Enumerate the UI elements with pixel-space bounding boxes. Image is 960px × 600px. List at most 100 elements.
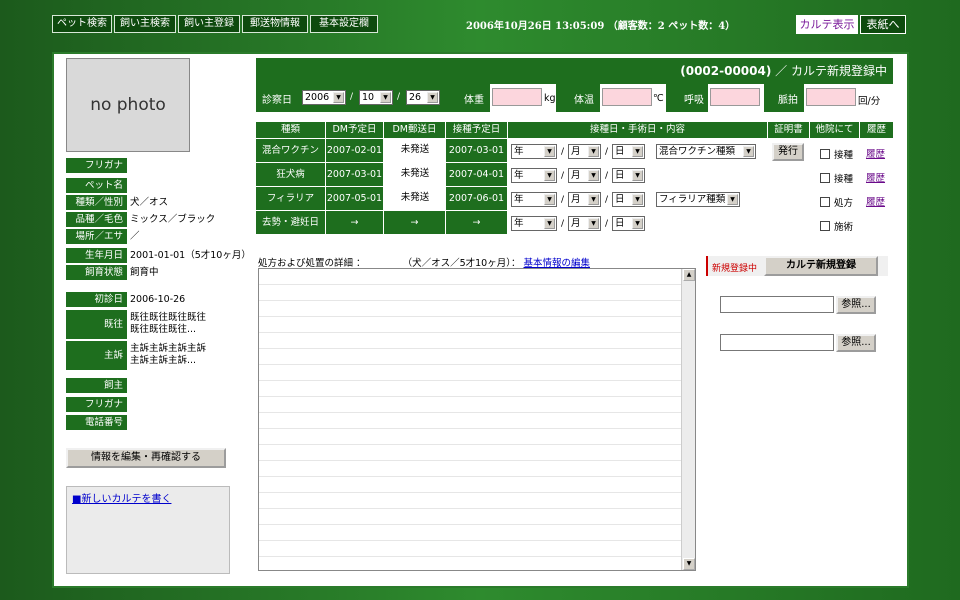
detail-heading: 処方および処置の詳細 ： （犬／オス／5才10ヶ月）： 基本情報の編集 (258, 255, 590, 269)
pulse-input[interactable] (806, 88, 856, 106)
history-link[interactable]: 履歴 (866, 146, 885, 160)
reference-input-2[interactable] (720, 334, 834, 351)
weight-label: 体重 (464, 95, 484, 106)
to-cover-button[interactable]: 表紙へ (860, 15, 906, 34)
scroll-down-icon[interactable]: ▼ (683, 558, 695, 570)
respiration-input[interactable] (710, 88, 760, 106)
vacc-year-select[interactable]: 年 ▼ (511, 144, 557, 159)
new-karte-link[interactable]: ■新しいカルテを書く (72, 494, 171, 505)
tab-mail-info[interactable]: 郵送物情報 (242, 15, 308, 33)
vacc-year-select[interactable]: 年 ▼ (511, 192, 557, 207)
karte-view-button[interactable]: カルテ表示 (796, 15, 858, 34)
dropdown-arrow-icon: ▼ (588, 170, 599, 181)
weight-unit: kg (544, 93, 556, 104)
surgery-day-select[interactable]: 日 ▼ (612, 216, 645, 231)
reference-input-1[interactable] (720, 296, 834, 313)
reference-button-1[interactable]: 参照... (836, 296, 876, 314)
edit-info-button[interactable]: 情報を編集・再確認する (66, 448, 226, 468)
weight-input[interactable] (492, 88, 542, 106)
temperature-input[interactable] (602, 88, 652, 106)
other-clinic-checkbox[interactable] (820, 173, 830, 183)
vitals-row: 診察日 2006 ▼ / 10 ▼ / 26 ▼ 体重 kg 体温 ℃ 呼吸 脈拍 回… (256, 84, 893, 112)
temperature-unit: ℃ (653, 93, 664, 104)
dropdown-arrow-icon: ▼ (588, 146, 599, 157)
label-species-sex: 種類／性別 (66, 195, 127, 211)
header-dm-planned: DM予定日 (326, 122, 384, 138)
row-vacc-planned: 2007-06-01 (446, 186, 508, 210)
label-owner: 飼主 (66, 378, 127, 394)
vaccine-kind-select[interactable]: 混合ワクチン種類 ▼ (656, 144, 756, 159)
dropdown-arrow-icon: ▼ (427, 92, 438, 103)
register-karte-button[interactable]: カルテ新規登録 (764, 256, 878, 276)
row-dm-planned: → (326, 210, 384, 234)
label-furigana: フリガナ (66, 158, 127, 174)
dropdown-arrow-icon: ▼ (743, 146, 754, 157)
row-vacc-planned: 2007-04-01 (446, 162, 508, 186)
new-status-text: 新規登録中 (712, 264, 758, 274)
vacc-day-select[interactable]: 日 ▼ (612, 168, 645, 183)
tab-owner-search[interactable]: 飼い主検索 (114, 15, 176, 33)
tab-owner-register[interactable]: 飼い主登録 (178, 15, 240, 33)
row-dm-planned: 2007-05-01 (326, 186, 384, 210)
vacc-year-select[interactable]: 年 ▼ (511, 168, 557, 183)
dropdown-arrow-icon: ▼ (544, 170, 555, 181)
other-clinic-checkbox[interactable] (820, 197, 830, 207)
tab-basic-settings[interactable]: 基本設定欄 (310, 15, 378, 33)
row-type: 去勢・避妊日 (256, 210, 326, 234)
history-link[interactable]: 履歴 (866, 170, 885, 184)
row-vacc-planned: 2007-03-01 (446, 138, 508, 162)
value-species-sex: 犬／オス (130, 197, 169, 208)
tab-pet-search[interactable]: ペット検索 (52, 15, 112, 33)
vacc-month-select[interactable]: 月 ▼ (568, 192, 601, 207)
label-owner-furigana: フリガナ (66, 397, 127, 413)
label-breed-color: 品種／毛色 (66, 212, 127, 228)
vacc-day-select[interactable]: 日 ▼ (612, 144, 645, 159)
surgery-month-select[interactable]: 月 ▼ (568, 216, 601, 231)
dropdown-arrow-icon: ▼ (544, 194, 555, 205)
karte-status: ／ カルテ新規登録中 (775, 64, 887, 78)
vertical-scrollbar[interactable]: ▲ ▼ (681, 269, 695, 570)
datetime-status: 2006年10月26日 13:05:09 （顧客数：2 ペット数：4） (466, 21, 736, 32)
other-clinic-checkbox[interactable] (820, 149, 830, 159)
value-birthdate: 2001-01-01（5才10ヶ月） (130, 250, 251, 261)
vacc-month-select[interactable]: 月 ▼ (568, 168, 601, 183)
other-clinic-checkbox[interactable] (820, 221, 830, 231)
header-certificate: 証明書 (768, 122, 810, 138)
filaria-kind-select[interactable]: フィラリア種類 ▼ (656, 192, 740, 207)
reference-button-2[interactable]: 参照... (836, 334, 876, 352)
top-navigation: ペット検索 飼い主検索 飼い主登録 郵送物情報 基本設定欄 2006年10月26… (52, 14, 908, 34)
dropdown-arrow-icon: ▼ (588, 218, 599, 229)
vacc-month-select[interactable]: 月 ▼ (568, 144, 601, 159)
header-dm-sent: DM郵送日 (384, 122, 446, 138)
value-place-food: ／ (130, 231, 140, 242)
dropdown-arrow-icon: ▼ (544, 146, 555, 157)
vacc-day-select[interactable]: 日 ▼ (612, 192, 645, 207)
row-type: フィラリア (256, 186, 326, 210)
value-chief-complaint-2: 主訴主訴主訴... (130, 355, 197, 366)
dropdown-arrow-icon: ▼ (632, 146, 643, 157)
scroll-up-icon[interactable]: ▲ (683, 269, 695, 281)
other-clinic-label: 接種 (834, 174, 854, 185)
main-panel: no photo フリガナ ペット名 種類／性別 犬／オス 品種／毛色 ミックス… (52, 52, 909, 588)
row-type: 狂犬病 (256, 162, 326, 186)
other-clinic-label: 接種 (834, 150, 854, 161)
treatment-detail-textarea[interactable]: ▲ ▼ (258, 268, 696, 571)
exam-day-select[interactable]: 26 ▼ (406, 90, 440, 105)
label-care-state: 飼育状態 (66, 265, 127, 281)
row-dm-sent: 未発送 (384, 186, 446, 210)
row-dm-sent: 未発送 (384, 138, 446, 162)
header-history: 履歴 (860, 122, 893, 138)
issue-certificate-button[interactable]: 発行 (772, 143, 804, 161)
dropdown-arrow-icon: ▼ (380, 92, 391, 103)
note-box: ■新しいカルテを書く (66, 486, 230, 574)
exam-month-select[interactable]: 10 ▼ (359, 90, 393, 105)
surgery-year-select[interactable]: 年 ▼ (511, 216, 557, 231)
dropdown-arrow-icon: ▼ (632, 170, 643, 181)
dropdown-arrow-icon: ▼ (333, 92, 344, 103)
header-other-clinic: 他院にて (810, 122, 860, 138)
value-care-state: 飼育中 (130, 267, 159, 278)
row-type: 混合ワクチン (256, 138, 326, 162)
exam-year-select[interactable]: 2006 ▼ (302, 90, 346, 105)
row-dm-sent: 未発送 (384, 162, 446, 186)
history-link[interactable]: 履歴 (866, 194, 885, 208)
